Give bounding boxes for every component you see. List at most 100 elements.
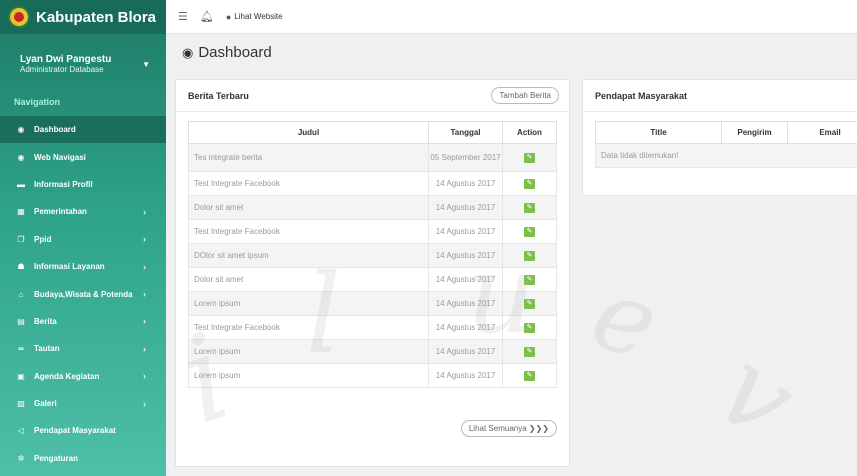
chevron-right-icon: › [143, 234, 146, 245]
pendapat-panel-title: Pendapat Masyarakat [595, 90, 688, 101]
building-icon: ▦ [17, 207, 25, 217]
cell-action: ✎ [502, 363, 557, 388]
sidebar-item-tautan[interactable]: ∞ Tautan › [0, 335, 166, 362]
user-menu[interactable]: Lyan Dwi Pangestu Administrator Database… [0, 34, 166, 86]
page-header: ◉ Dashboard [166, 34, 857, 78]
dashboard-icon: ◉ [182, 44, 194, 60]
sidebar-item-label: Informasi Layanan [34, 262, 105, 272]
cell-tanggal: 14 Agustus 2017 [428, 195, 503, 220]
chevron-right-icon: › [143, 289, 146, 300]
edit-icon[interactable]: ✎ [524, 299, 535, 309]
brand[interactable]: Kabupaten Blora [0, 0, 166, 34]
sidebar-item-berita[interactable]: ▤ Berita › [0, 308, 166, 335]
edit-icon[interactable]: ✎ [524, 323, 535, 333]
cell-judul: Tes integrate berita [188, 143, 429, 172]
cell-action: ✎ [502, 143, 557, 172]
lihat-semuanya-button[interactable]: Lihat Semuanya ❯❯❯ [460, 420, 557, 437]
lihat-website-label: Lihat Website [234, 12, 283, 21]
chevron-right-icon: › [143, 316, 146, 327]
cell-tanggal: 14 Agustus 2017 [428, 291, 503, 316]
berita-panel-header: Berita Terbaru Tambah Berita [176, 80, 569, 112]
bell-icon[interactable]: 🔔︎ [200, 10, 214, 23]
folder-icon: ▬ [17, 179, 25, 189]
cell-judul: Lorem ipsum [188, 339, 429, 364]
edit-icon[interactable]: ✎ [524, 275, 535, 285]
sidebar-item-galeri[interactable]: ▨ Galeri › [0, 390, 166, 417]
chevron-right-icon: › [143, 371, 146, 382]
dashboard-icon: ◉ [17, 125, 25, 135]
edit-icon[interactable]: ✎ [524, 371, 535, 381]
sidebar-item-ppid[interactable]: ❐ Ppid › [0, 226, 166, 253]
edit-icon[interactable]: ✎ [524, 227, 535, 237]
page-title-text: Dashboard [198, 44, 272, 61]
cell-judul: Test Integrate Facebook [188, 219, 429, 244]
cell-judul: Dolor sit amet [188, 195, 429, 220]
globe-icon: ● [225, 11, 232, 22]
pendapat-table: Title Pengirim Email Data tidak ditemuka… [595, 121, 857, 168]
institution-icon: ⌂ [18, 289, 24, 299]
table-row: Dolor sit amet 14 Agustus 2017 ✎ [188, 195, 557, 220]
cell-tanggal: 14 Agustus 2017 [428, 363, 503, 388]
kabupaten-logo-icon [8, 6, 30, 28]
pendapat-panel: Pendapat Masyarakat Title Pengirim Email… [582, 79, 857, 196]
topbar: ☰ 🔔︎ ● Lihat Website [166, 0, 857, 34]
nav-list: ◉ Dashboard ◉ Web Navigasi ▬ Informasi Profil… [0, 116, 166, 472]
edit-icon[interactable]: ✎ [524, 153, 535, 163]
cell-judul: Dolor sit amet [188, 267, 429, 292]
menu-toggle-icon[interactable]: ☰ [178, 10, 188, 23]
edit-icon[interactable]: ✎ [524, 251, 535, 261]
cell-action: ✎ [502, 171, 557, 196]
cell-tanggal: 14 Agustus 2017 [428, 219, 503, 244]
cell-judul: Test Integrate Facebook [188, 171, 429, 196]
brand-title: Kabupaten Blora [36, 8, 157, 26]
edit-icon[interactable]: ✎ [524, 347, 535, 357]
caret-down-icon: ▼ [142, 60, 150, 69]
sidebar-item-pemerintahan[interactable]: ▦ Pemerintahan › [0, 198, 166, 225]
bullhorn-icon: ◁ [17, 426, 25, 436]
table-row: Lorem ipsum 14 Agustus 2017 ✎ [188, 291, 557, 316]
nav-heading: Navigation [14, 97, 61, 107]
berita-panel-title: Berita Terbaru [188, 90, 249, 101]
edit-icon[interactable]: ✎ [524, 203, 535, 213]
sidebar-item-pengaturan[interactable]: ✲ Pengaturan [0, 445, 166, 472]
cell-judul: Test Integrate Facebook [188, 315, 429, 340]
table-row: Lorem ipsum 14 Agustus 2017 ✎ [188, 363, 557, 388]
link-icon: ∞ [18, 344, 24, 354]
gears-icon: ✲ [17, 453, 25, 463]
sidebar-item-informasi-profil[interactable]: ▬ Informasi Profil [0, 171, 166, 198]
edit-icon[interactable]: ✎ [524, 179, 535, 189]
column-header-email[interactable]: Email [787, 121, 857, 144]
column-header-title[interactable]: Title [595, 121, 722, 144]
sidebar-item-label: Pemerintahan [34, 207, 87, 217]
column-header-tanggal[interactable]: Tanggal [428, 121, 503, 144]
cell-action: ✎ [502, 315, 557, 340]
newspaper-icon: ▤ [17, 316, 25, 326]
cell-tanggal: 14 Agustus 2017 [428, 171, 503, 196]
sidebar-item-label: Dashboard [34, 125, 76, 135]
sidebar-item-dashboard[interactable]: ◉ Dashboard [0, 116, 166, 144]
column-header-judul[interactable]: Judul [188, 121, 429, 144]
table-row: Dolor sit amet 14 Agustus 2017 ✎ [188, 267, 557, 292]
sidebar-item-label: Pengaturan [34, 453, 79, 463]
sidebar-item-budaya-wisata-potenda[interactable]: ⌂ Budaya,Wisata & Potenda › [0, 280, 166, 307]
sidebar-item-pendapat-masyarakat[interactable]: ◁ Pendapat Masyarakat [0, 417, 166, 444]
sidebar-item-label: Agenda Kegiatan [34, 371, 100, 381]
sidebar-item-agenda-kegiatan[interactable]: ▣ Agenda Kegiatan › [0, 363, 166, 390]
cell-tanggal: 14 Agustus 2017 [428, 339, 503, 364]
cell-tanggal: 14 Agustus 2017 [428, 315, 503, 340]
column-header-pengirim[interactable]: Pengirim [721, 121, 788, 144]
compass-icon: ◉ [17, 152, 25, 162]
chevron-right-icon: › [143, 261, 146, 272]
lihat-website-link[interactable]: ● Lihat Website [226, 12, 283, 22]
sidebar-item-informasi-layanan[interactable]: ☗ Informasi Layanan › [0, 253, 166, 280]
sidebar-item-label: Galeri [34, 399, 57, 409]
berita-panel: Berita Terbaru Tambah Berita Judul Tangg… [175, 79, 570, 467]
table-row: Tes integrate berita 05 September 2017 ✎ [188, 143, 557, 172]
chevron-right-icon: › [143, 398, 146, 409]
sidebar-item-web-navigasi[interactable]: ◉ Web Navigasi [0, 143, 166, 170]
sidebar-item-label: Informasi Profil [34, 179, 93, 189]
pendapat-panel-header: Pendapat Masyarakat [583, 80, 857, 112]
empty-message: Data tidak ditemukan! [595, 143, 857, 168]
tambah-berita-button[interactable]: Tambah Berita [491, 87, 559, 104]
cell-judul: Lorem ipsum [188, 363, 429, 388]
